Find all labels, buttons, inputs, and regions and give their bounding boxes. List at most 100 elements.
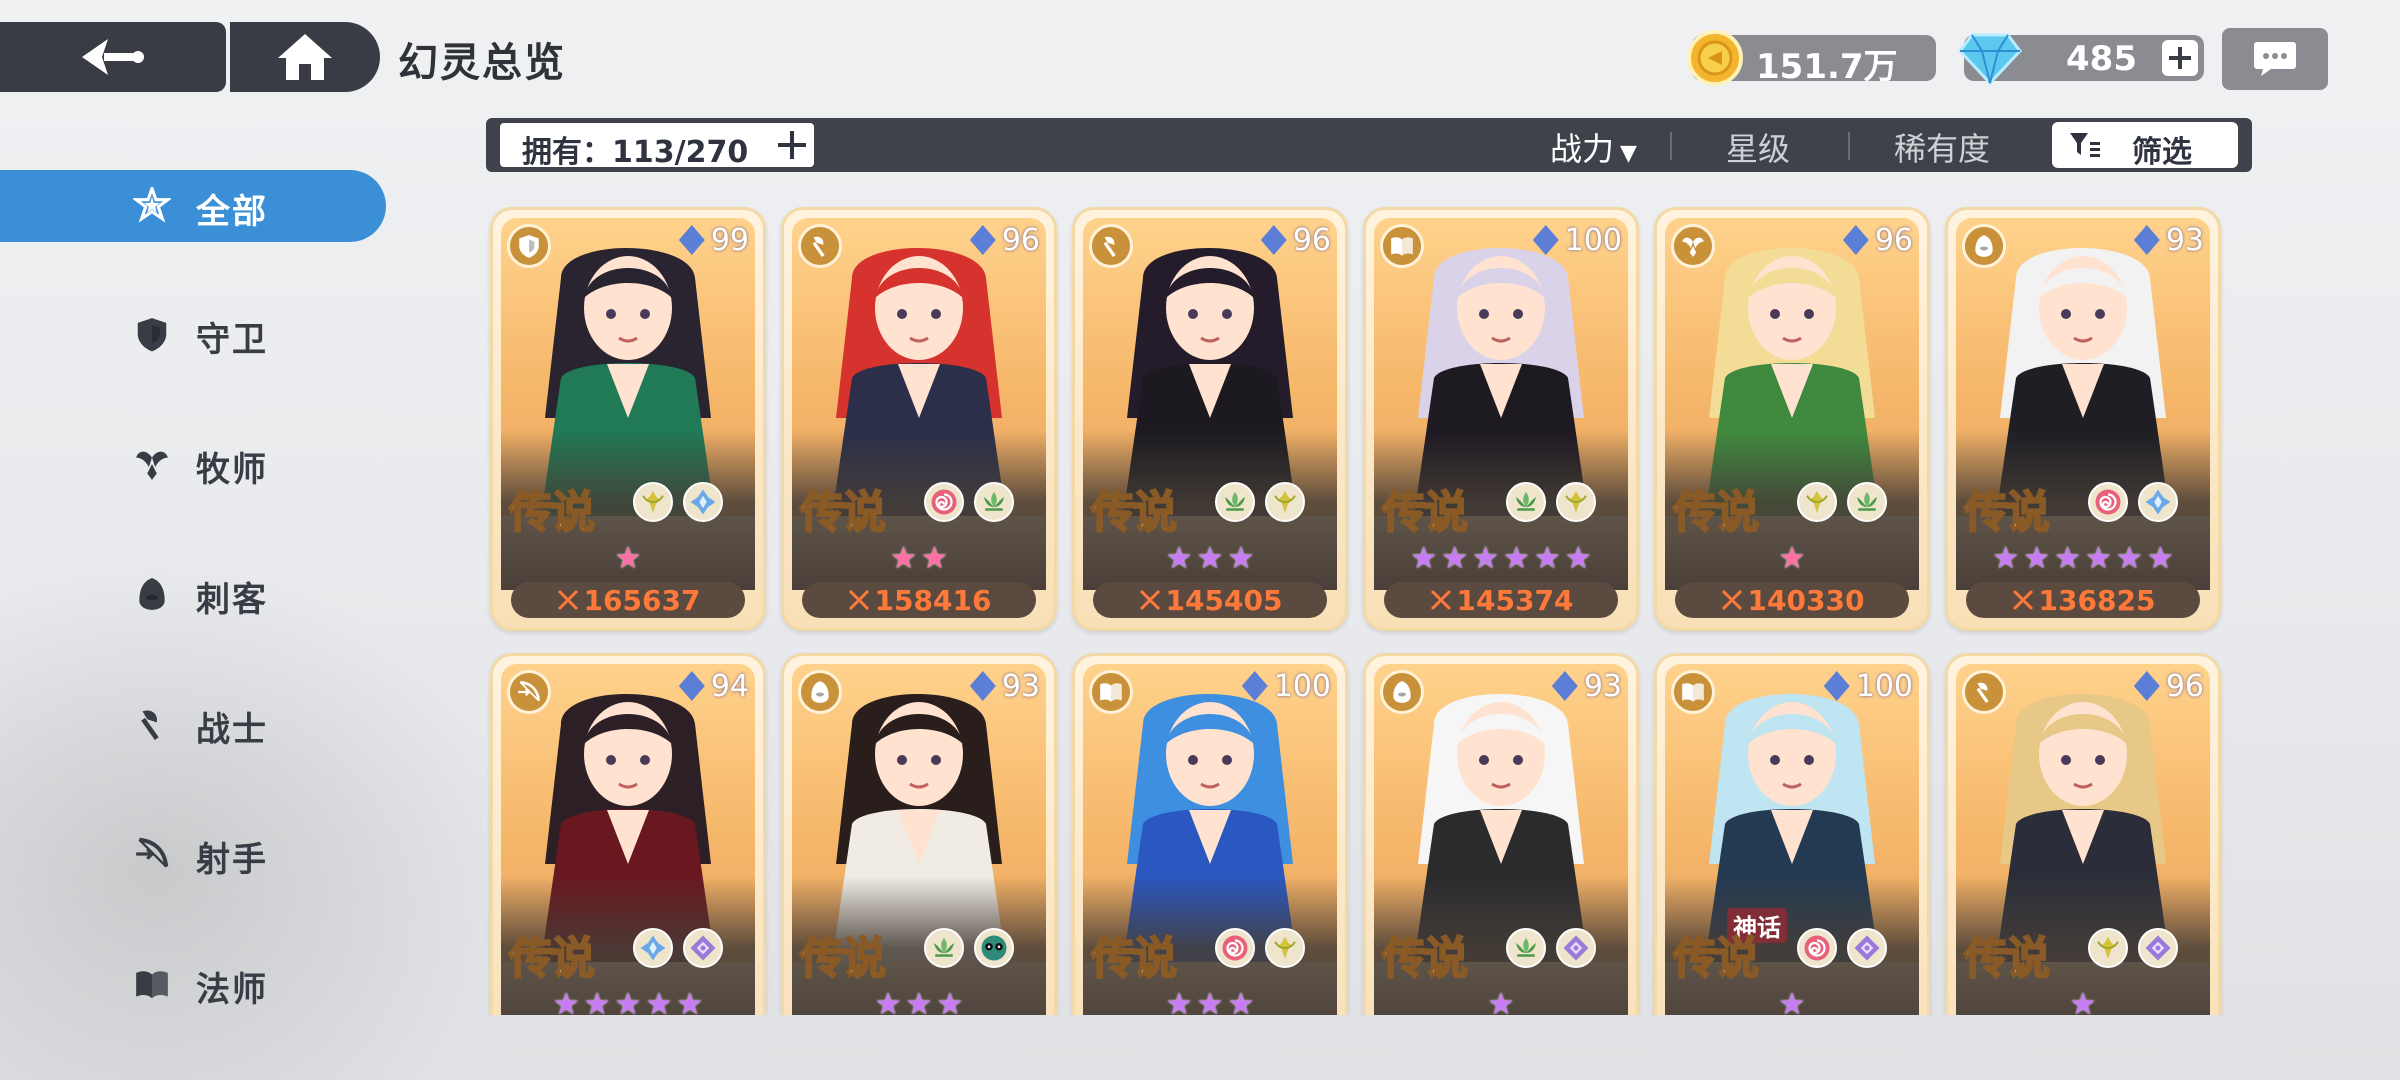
assassin-hood-icon: [811, 681, 829, 703]
star-rating: ★: [493, 544, 763, 574]
sidebar-item-6[interactable]: 法师: [0, 948, 386, 1020]
shield-icon-wrap: [132, 314, 172, 354]
star-icon: ★: [1472, 541, 1499, 576]
divider: [1670, 132, 1672, 160]
book-icon: [1391, 237, 1413, 256]
power-bar: 145374: [1384, 582, 1618, 618]
level-value: 100: [1855, 668, 1913, 704]
level-value: 96: [2165, 668, 2204, 704]
element-tags: [1797, 482, 1887, 522]
hero-card[interactable]: 96 传说 ★ ★ ★ 145405: [1072, 207, 1348, 631]
filter-button[interactable]: 筛选: [2052, 122, 2238, 170]
level-diamond-icon: [1551, 671, 1578, 701]
rarity-label: 传说: [1672, 486, 1760, 539]
plus-icon: [778, 131, 806, 159]
class-badge: [1962, 224, 2006, 268]
star-icon: ★: [1992, 541, 2020, 576]
hero-card[interactable]: 100 神话 传说 ★: [1654, 653, 1930, 1015]
element-tags: [633, 482, 723, 522]
priest-wings-icon: [136, 451, 168, 480]
axe-icon: [141, 710, 159, 741]
level-diamond-icon: [1842, 225, 1869, 255]
sort-star-button[interactable]: 星级: [1726, 124, 1790, 170]
hero-card[interactable]: 99 传说 ★ 165637: [490, 207, 766, 631]
element-tags: [633, 928, 723, 968]
star-icon: ★: [890, 541, 917, 576]
element-tag: [633, 928, 673, 968]
star-icon: ★: [905, 987, 933, 1016]
level-indicator: 100: [1823, 668, 1913, 704]
class-badge: [1671, 224, 1715, 268]
star-icon: ★: [1196, 987, 1224, 1016]
element-tag: [1265, 928, 1305, 968]
element-tag: [924, 928, 964, 968]
level-diamond-icon: [2133, 671, 2160, 701]
star-icon: ★: [1487, 987, 1515, 1016]
class-badge: [507, 224, 551, 268]
hero-card[interactable]: 100 传说 ★ ★ ★: [1072, 653, 1348, 1015]
spiral-icon: [2095, 489, 2121, 515]
owned-counter[interactable]: 拥有：113/270: [500, 123, 814, 170]
gem-icon: [1563, 935, 1589, 961]
home-button[interactable]: [230, 22, 380, 92]
level-indicator: 100: [1241, 668, 1331, 704]
book-icon: [136, 971, 168, 999]
element-tag: [2088, 482, 2128, 522]
star-rating: ★ ★ ★ ★ ★: [493, 987, 763, 1016]
class-badge: [507, 670, 551, 714]
sidebar-item-4[interactable]: 战士: [0, 688, 386, 760]
chat-button[interactable]: [2222, 28, 2328, 90]
add-gems-button[interactable]: [2162, 40, 2198, 76]
axe-icon: [1103, 236, 1116, 257]
sidebar-item-1[interactable]: 守卫: [0, 298, 386, 370]
hero-card[interactable]: 96 传说 ★ ★ 158416: [781, 207, 1057, 631]
bow-icon: [136, 837, 169, 868]
rarity-label: 传说: [1963, 486, 2051, 539]
sidebar-item-5[interactable]: 射手: [0, 818, 386, 890]
shield-icon: [137, 318, 167, 352]
crystal-icon: [640, 935, 666, 961]
level-indicator: 99: [678, 222, 749, 258]
sidebar-item-3[interactable]: 刺客: [0, 558, 386, 630]
hero-card[interactable]: 96 传说 ★ 140330: [1654, 207, 1930, 631]
power-bar: 158416: [802, 582, 1036, 618]
hero-card[interactable]: 94 传说 ★ ★ ★ ★ ★: [490, 653, 766, 1015]
gem-icon: [2145, 935, 2171, 961]
gold-coin-icon: [1687, 30, 1743, 86]
level-value: 100: [1273, 668, 1331, 704]
star-icon: ★: [2146, 541, 2174, 576]
back-button[interactable]: [0, 22, 226, 92]
all-star-icon: [133, 187, 171, 223]
element-tag: [1797, 928, 1837, 968]
all-star-icon-wrap: [132, 186, 172, 226]
star-icon: ★: [2085, 541, 2112, 576]
level-diamond-icon: [678, 671, 705, 701]
hero-card[interactable]: 96 传说 ★: [1945, 653, 2221, 1015]
caret-down-icon: ▼: [1620, 141, 1637, 166]
element-tag: [974, 482, 1014, 522]
bow-icon: [518, 680, 541, 702]
element-tag: [1847, 482, 1887, 522]
hero-card[interactable]: 93 传说 ★ ★ ★ ★ ★ ★ 136825: [1945, 207, 2221, 631]
sort-power-button[interactable]: 战力 ▼: [1550, 124, 1637, 170]
hero-card[interactable]: 93 传说 ★ ★ ★: [781, 653, 1057, 1015]
element-tag: [924, 482, 964, 522]
star-icon: ★: [1564, 541, 1592, 576]
star-icon: ★: [614, 541, 642, 576]
lotus-icon: [1857, 492, 1877, 511]
level-diamond-icon: [1241, 671, 1268, 701]
hero-card[interactable]: 100 传说 ★ ★ ★ ★ ★ ★ 145374: [1363, 207, 1639, 631]
diamond-icon: [1958, 33, 2022, 86]
wind-icon: [642, 490, 664, 514]
hero-card[interactable]: 93 传说 ★: [1363, 653, 1639, 1015]
level-diamond-icon: [678, 225, 705, 255]
sort-rarity-button[interactable]: 稀有度: [1894, 124, 1990, 170]
power-bar: 165637: [511, 582, 745, 618]
crossed-swords-icon: [1430, 589, 1451, 611]
star-icon: ★: [645, 987, 673, 1016]
sidebar-item-2[interactable]: 牧师: [0, 428, 386, 500]
sidebar-item-0[interactable]: 全部: [0, 170, 386, 242]
spiral-icon: [1222, 935, 1248, 961]
element-tag: [1506, 482, 1546, 522]
level-value: 99: [710, 222, 749, 258]
